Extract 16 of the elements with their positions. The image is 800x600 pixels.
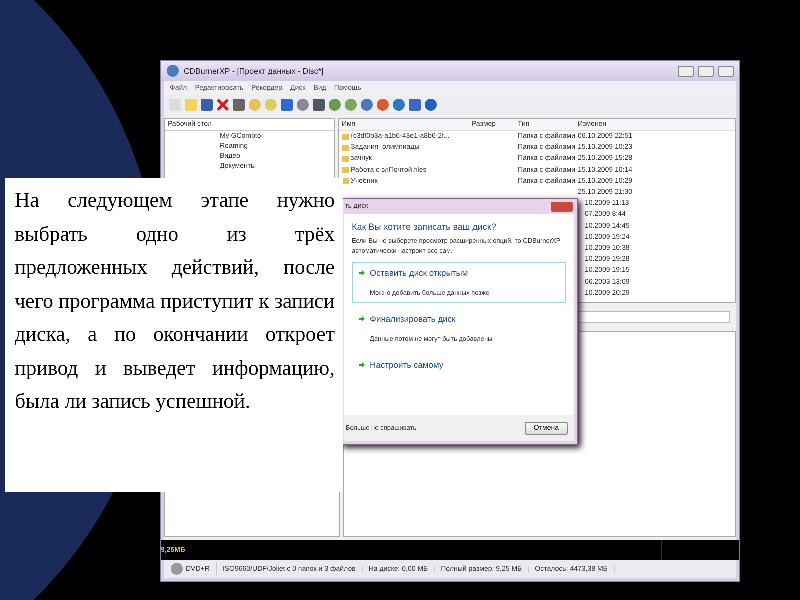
delete-icon[interactable]: [216, 98, 230, 112]
arrow-icon: [359, 316, 365, 322]
close-button[interactable]: [551, 202, 573, 212]
option-label: Настроить самому: [370, 360, 444, 370]
burn-option[interactable]: Настроить самому: [352, 354, 566, 376]
dialog-heading: Как Вы хотите записать ваш диск?: [352, 222, 498, 232]
maximize-button[interactable]: [698, 66, 714, 76]
arrow-icon: [359, 270, 365, 276]
window-title: CDBurnerXP - [Проект данных - Disc*]: [184, 66, 325, 76]
option-label: Оставить диск открытым: [370, 268, 468, 278]
minimize-button[interactable]: [678, 66, 694, 76]
capacity-marker: [661, 540, 662, 560]
slide-paragraph: На следующем этапе нужно выбрать одно из трёх предложенных действий, после чего программа приступит к записи диска, а по окончании откроет привод и выведет информацию, была ли запись успешной.: [15, 187, 335, 415]
arrow-icon: [359, 362, 365, 368]
close-button[interactable]: [718, 66, 734, 76]
option-label: Финализировать диск: [370, 314, 456, 324]
